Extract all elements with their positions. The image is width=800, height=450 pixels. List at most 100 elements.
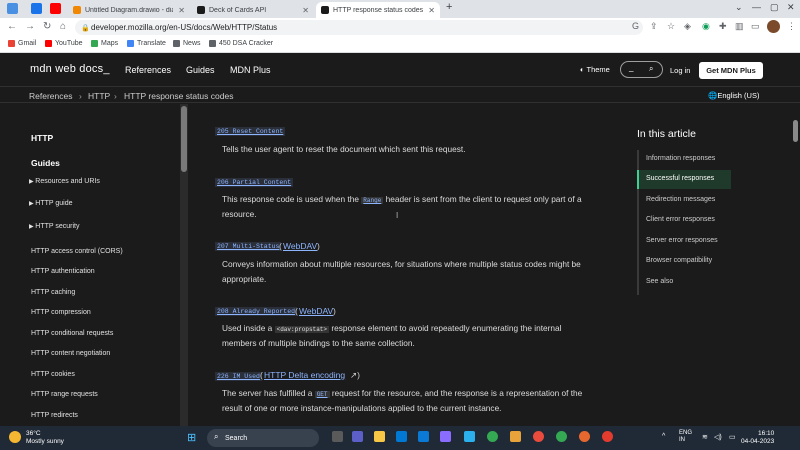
bookmark-gmail[interactable]: Gmail [8, 40, 36, 47]
nav-mdn-plus[interactable]: MDN Plus [230, 65, 271, 75]
bookmark-maps[interactable]: Maps [91, 40, 118, 47]
back-icon[interactable]: ← [7, 21, 17, 32]
sidebar-item-guide[interactable]: ▶ HTTP guide [29, 200, 73, 207]
bookmark-star-icon[interactable]: ☆ [667, 21, 675, 32]
sidebar-item-range[interactable]: HTTP range requests [31, 391, 98, 398]
sidebar-item-security[interactable]: ▶ HTTP security [29, 223, 80, 230]
sidebar-item-redirects[interactable]: HTTP redirects [31, 412, 78, 419]
sidebar-item-caching[interactable]: HTTP caching [31, 289, 75, 296]
wifi-icon[interactable]: ≋ [702, 433, 708, 441]
home-icon[interactable]: ⌂ [60, 21, 66, 32]
sidebar-section-title[interactable]: HTTP [31, 133, 53, 143]
breadcrumb-references[interactable]: References [29, 91, 72, 101]
store-icon[interactable] [396, 431, 407, 442]
app-icon-3[interactable] [510, 431, 521, 442]
nav-references[interactable]: References [125, 65, 171, 75]
vscode-icon[interactable] [418, 431, 429, 442]
page-scroll-thumb[interactable] [793, 120, 798, 142]
get-mdn-plus-button[interactable]: Get MDN Plus [699, 62, 763, 79]
taskbar-search[interactable]: ⌕ Search [207, 429, 319, 447]
chrome-profile-icon[interactable] [533, 431, 544, 442]
language-indicator[interactable]: ENG IN [679, 430, 692, 444]
extension-icon-1[interactable]: ◈ [684, 21, 691, 32]
close-icon[interactable]: ✕ [428, 6, 435, 15]
file-explorer-icon[interactable] [374, 431, 385, 442]
bookmark-translate[interactable]: Translate [127, 40, 166, 47]
toc-item-client-error[interactable]: Client error responses [646, 216, 715, 223]
sidebar-item-resources[interactable]: ▶ Resources and URIs [29, 178, 100, 185]
close-icon[interactable]: ✕ [178, 6, 185, 15]
chevron-up-icon[interactable]: ^ [662, 433, 665, 440]
nav-guides[interactable]: Guides [186, 65, 215, 75]
webdav-link[interactable]: WebDAV [283, 241, 317, 251]
youtube-pinned-tab[interactable] [50, 3, 61, 14]
breadcrumb-http[interactable]: HTTP [88, 91, 110, 101]
sidebar-item-cookies[interactable]: HTTP cookies [31, 371, 75, 378]
side-panel-icon[interactable]: ▥ [735, 21, 744, 32]
sidebar-item-conditional[interactable]: HTTP conditional requests [31, 330, 113, 337]
toc-item-information[interactable]: Information responses [646, 155, 715, 162]
chrome-icon[interactable] [487, 431, 498, 442]
sidebar-item-compression[interactable]: HTTP compression [31, 309, 91, 316]
share-icon[interactable]: ⇪ [650, 21, 658, 32]
toc-item-server-error[interactable]: Server error responses [646, 237, 718, 244]
login-link[interactable]: Log in [670, 66, 690, 75]
teams-icon[interactable] [352, 431, 363, 442]
status-code-link[interactable]: 207 Multi-Status [215, 242, 282, 251]
status-code-link[interactable]: 205 Reset Content [215, 127, 286, 136]
sidebar-item-cors[interactable]: HTTP access control (CORS) [31, 248, 123, 255]
tab-deck-of-cards[interactable]: Deck of Cards API ✕ [192, 2, 314, 18]
pinned-tab-1[interactable] [7, 3, 18, 14]
task-view-icon[interactable] [332, 431, 343, 442]
weather-widget[interactable]: 36°C Mostly sunny [26, 430, 64, 446]
language-selector[interactable]: 🌐English (US) [708, 91, 759, 100]
reload-icon[interactable]: ↻ [43, 21, 51, 32]
toc-item-see-also[interactable]: See also [646, 278, 673, 285]
status-code-link[interactable]: 206 Partial Content [215, 178, 294, 187]
app-icon-2[interactable] [464, 431, 475, 442]
bookmark-news[interactable]: News [173, 40, 201, 47]
google-lens-icon[interactable]: G [632, 21, 639, 31]
webdav-link[interactable]: WebDAV [299, 306, 333, 316]
status-code-link[interactable]: 226 IM Used [215, 372, 262, 381]
app-icon-1[interactable] [440, 431, 451, 442]
toc-item-compatibility[interactable]: Browser compatibility [646, 257, 712, 264]
get-method-link[interactable]: GET [314, 391, 330, 398]
toc-item-redirection[interactable]: Redirection messages [646, 196, 715, 203]
chrome-active-icon[interactable] [556, 431, 567, 442]
page-scrollbar[interactable] [791, 104, 800, 426]
mdn-logo[interactable]: mdn web docs_ [30, 63, 110, 75]
forward-icon[interactable]: → [25, 21, 35, 32]
maximize-icon[interactable]: ▢ [770, 2, 779, 13]
close-window-icon[interactable]: ✕ [787, 2, 795, 13]
sidebar-item-negotiation[interactable]: HTTP content negotiation [31, 350, 110, 357]
pinned-tab-2[interactable] [31, 3, 42, 14]
avatar[interactable] [767, 20, 780, 33]
address-bar[interactable]: 🔒 developer.mozilla.org/en-US/docs/Web/H… [75, 20, 643, 35]
tab-search-icon[interactable]: ⌄ [735, 2, 743, 13]
clock[interactable]: 16:10 04-04-2023 [741, 430, 774, 446]
profile-icon[interactable]: ▭ [751, 21, 760, 32]
extensions-puzzle-icon[interactable]: ✚ [719, 21, 727, 32]
volume-icon[interactable]: ◁) [714, 433, 722, 441]
breadcrumb-current[interactable]: HTTP response status codes [124, 91, 233, 101]
sidebar-item-authentication[interactable]: HTTP authentication [31, 268, 95, 275]
app-icon-4[interactable] [579, 431, 590, 442]
status-code-link[interactable]: 208 Already Reported [215, 307, 298, 316]
new-tab-button[interactable]: + [446, 1, 452, 13]
bookmark-youtube[interactable]: YouTube [45, 40, 83, 47]
minimize-icon[interactable]: — [752, 2, 761, 12]
delta-encoding-link[interactable]: HTTP Delta encoding [264, 370, 345, 380]
theme-button[interactable]: ◐ Theme [580, 65, 610, 74]
search-input[interactable]: _ ⌕ [620, 61, 663, 78]
start-icon[interactable]: ⊞ [187, 431, 196, 444]
close-icon[interactable]: ✕ [302, 6, 309, 15]
menu-dots-icon[interactable]: ⋮ [787, 21, 796, 32]
tab-http-status[interactable]: HTTP response status codes - H ✕ [316, 2, 440, 18]
tab-drawio[interactable]: Untitled Diagram.drawio - diagr ✕ [68, 2, 190, 18]
app-icon-5[interactable] [602, 431, 613, 442]
range-header-link[interactable]: Range [361, 197, 384, 204]
toc-item-successful[interactable]: Successful responses [646, 175, 714, 182]
bookmark-dsa[interactable]: 450 DSA Cracker [209, 40, 273, 47]
extension-icon-2[interactable]: ◉ [702, 21, 710, 32]
